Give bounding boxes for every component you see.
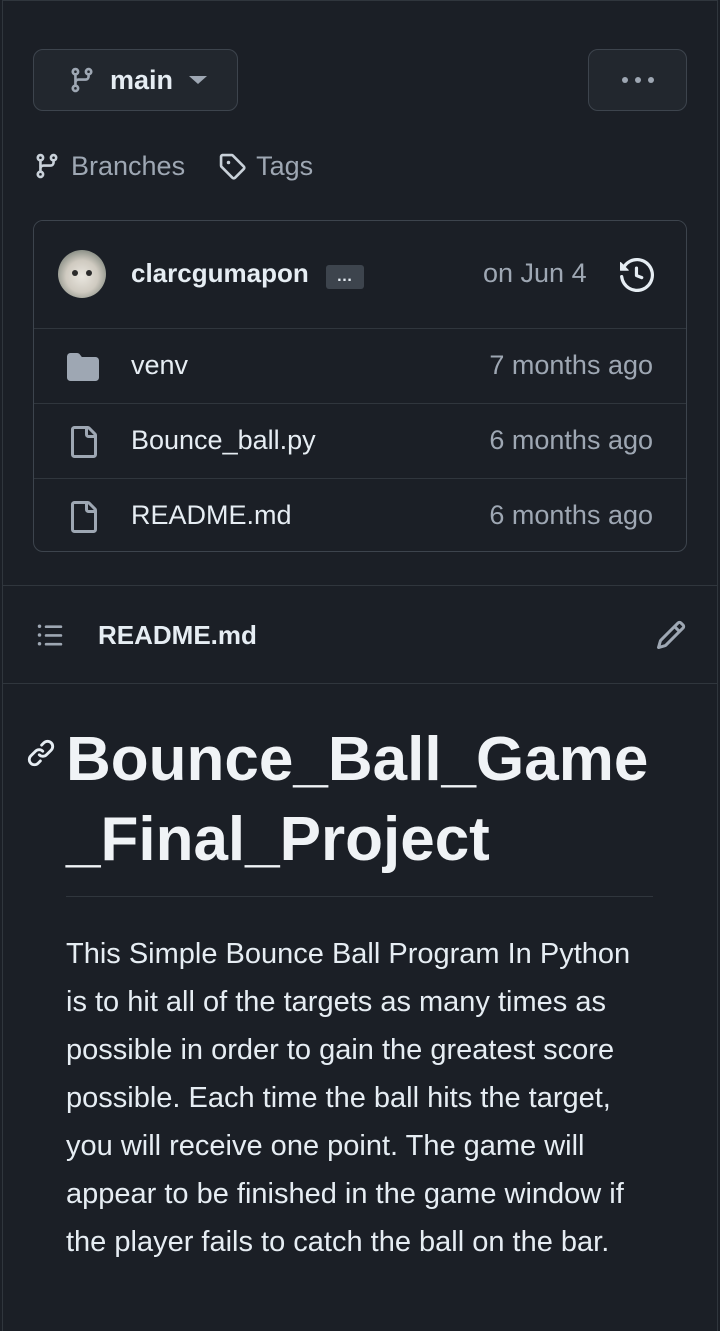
divider bbox=[2, 683, 718, 684]
kebab-horizontal-icon bbox=[621, 77, 654, 83]
tag-icon bbox=[219, 153, 246, 180]
link-icon[interactable] bbox=[26, 738, 56, 768]
chevron-down-icon bbox=[189, 76, 208, 84]
branch-selector-button[interactable]: main bbox=[33, 49, 238, 111]
tags-link[interactable]: Tags bbox=[218, 151, 313, 182]
avatar[interactable] bbox=[58, 250, 106, 298]
list-unordered-icon[interactable] bbox=[35, 621, 65, 649]
readme-paragraph: This Simple Bounce Ball Program In Pytho… bbox=[66, 938, 631, 1258]
file-icon bbox=[71, 501, 97, 533]
file-row-venv[interactable]: venv 7 months ago bbox=[34, 329, 686, 404]
readme-header: README.md bbox=[2, 586, 718, 683]
file-name[interactable]: README.md bbox=[131, 500, 292, 531]
commit-expand-button[interactable]: … bbox=[326, 265, 364, 289]
history-icon[interactable] bbox=[620, 258, 654, 292]
file-name[interactable]: Bounce_ball.py bbox=[131, 425, 316, 456]
latest-commit-row: clarcgumapon … on Jun 4 bbox=[34, 221, 686, 329]
branches-link[interactable]: Branches bbox=[33, 151, 185, 182]
branches-label: Branches bbox=[71, 150, 186, 181]
refs-links: Branches Tags bbox=[33, 142, 313, 190]
file-row-bounce-ball[interactable]: Bounce_ball.py 6 months ago bbox=[34, 404, 686, 479]
more-options-button[interactable] bbox=[588, 49, 687, 111]
readme-title: README.md bbox=[98, 620, 257, 650]
file-row-readme[interactable]: README.md 6 months ago bbox=[34, 479, 686, 551]
git-branch-icon bbox=[71, 67, 93, 93]
tags-label: Tags bbox=[256, 150, 314, 181]
pencil-icon[interactable] bbox=[655, 619, 687, 651]
heading-divider bbox=[66, 896, 653, 897]
commit-author[interactable]: clarcgumapon bbox=[131, 258, 309, 289]
readme-heading: Bounce_Ball_Game_Final_Project bbox=[66, 725, 649, 874]
git-branch-icon bbox=[36, 153, 58, 179]
file-listing: clarcgumapon … on Jun 4 venv 7 months ag… bbox=[33, 220, 687, 552]
branch-name: main bbox=[110, 64, 174, 95]
file-date: 7 months ago bbox=[489, 350, 653, 380]
file-name[interactable]: venv bbox=[131, 350, 188, 381]
file-date: 6 months ago bbox=[489, 425, 653, 455]
folder-icon bbox=[67, 353, 99, 381]
file-date: 6 months ago bbox=[489, 500, 653, 530]
commit-date: on Jun 4 bbox=[483, 258, 587, 288]
file-icon bbox=[71, 426, 97, 458]
